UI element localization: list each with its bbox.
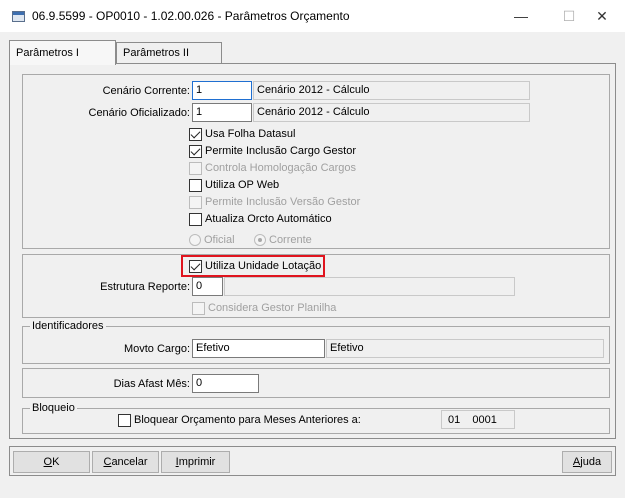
close-button[interactable]: ✕ bbox=[579, 0, 625, 32]
window-title: 06.9.5599 - OP0010 - 1.02.00.026 - Parâm… bbox=[32, 9, 350, 23]
radio-oficial: Oficial bbox=[189, 232, 235, 248]
minimize-button[interactable]: — bbox=[498, 0, 544, 32]
checkbox-label: Utiliza OP Web bbox=[205, 179, 280, 191]
tab-parametros-1[interactable]: Parâmetros I bbox=[9, 40, 116, 65]
checkbox-label: Considera Gestor Planilha bbox=[208, 302, 337, 314]
cenario-oficializado-description: Cenário 2012 - Cálculo bbox=[253, 103, 530, 122]
controla-homologacao-cargos-checkbox: Controla Homologação Cargos bbox=[189, 160, 356, 176]
radio-label: Oficial bbox=[204, 234, 235, 246]
ok-button[interactable]: OK bbox=[13, 451, 90, 473]
checkbox-label: Permite Inclusão Versão Gestor bbox=[205, 196, 361, 208]
cenario-corrente-description: Cenário 2012 - Cálculo bbox=[253, 81, 530, 100]
radio-circle bbox=[189, 234, 201, 246]
radio-corrente: Corrente bbox=[254, 232, 312, 248]
ajuda-button[interactable]: Ajuda bbox=[562, 451, 612, 473]
ok-mnemonic: O bbox=[43, 456, 53, 468]
checkbox-box[interactable] bbox=[189, 144, 202, 158]
checkbox-label: Permite Inclusão Cargo Gestor bbox=[205, 145, 357, 157]
utiliza-op-web-checkbox[interactable]: Utiliza OP Web bbox=[189, 177, 279, 193]
highlight-box bbox=[181, 255, 325, 277]
checkbox-label: Usa Folha Datasul bbox=[205, 128, 296, 140]
checkbox-label: Controla Homologação Cargos bbox=[205, 162, 357, 174]
imprimir-label: mprimir bbox=[178, 456, 216, 468]
bloqueio-month: 01 bbox=[448, 414, 461, 426]
movto-cargo-input[interactable]: Efetivo bbox=[192, 339, 325, 358]
cancelar-label: ancelar bbox=[111, 456, 148, 468]
app-window-icon bbox=[12, 11, 25, 22]
permite-inclusao-cargo-gestor-checkbox[interactable]: Permite Inclusão Cargo Gestor bbox=[189, 143, 356, 159]
usa-folha-datasul-checkbox[interactable]: Usa Folha Datasul bbox=[189, 126, 296, 142]
group-bloqueio-title: Bloqueio bbox=[30, 402, 77, 414]
checkbox-label: Bloquear Orçamento para Meses Anteriores… bbox=[134, 414, 361, 426]
atualiza-orcto-automatico-checkbox[interactable]: Atualiza Orcto Automático bbox=[189, 211, 332, 227]
dias-afast-label: Dias Afast Mês: bbox=[113, 378, 190, 390]
checkbox-box bbox=[189, 195, 202, 209]
imprimir-button[interactable]: Imprimir bbox=[161, 451, 230, 473]
ajuda-label: juda bbox=[580, 456, 602, 468]
movto-cargo-description: Efetivo bbox=[326, 339, 604, 358]
considera-gestor-planilha-checkbox: Considera Gestor Planilha bbox=[192, 300, 336, 316]
cenario-oficializado-label: Cenário Oficializado: bbox=[88, 107, 191, 119]
checkbox-box[interactable] bbox=[189, 212, 202, 226]
radio-label: Corrente bbox=[269, 234, 312, 246]
checkbox-box bbox=[192, 301, 205, 315]
checkbox-label: Atualiza Orcto Automático bbox=[205, 213, 332, 225]
permite-inclusao-versao-gestor-checkbox: Permite Inclusão Versão Gestor bbox=[189, 194, 360, 210]
bloquear-orcamento-checkbox[interactable]: Bloquear Orçamento para Meses Anteriores… bbox=[118, 412, 361, 428]
bloqueio-year: 0001 bbox=[472, 414, 497, 426]
checkbox-box[interactable] bbox=[118, 413, 131, 427]
checkbox-box[interactable] bbox=[189, 127, 202, 141]
estrutura-reporte-input[interactable]: 0 bbox=[192, 277, 223, 296]
movto-cargo-label: Movto Cargo: bbox=[123, 343, 190, 355]
cancelar-button[interactable]: Cancelar bbox=[92, 451, 159, 473]
cenario-corrente-input[interactable]: 1 bbox=[192, 81, 252, 100]
tab-parametros-2[interactable]: Parâmetros II bbox=[116, 42, 222, 64]
radio-circle bbox=[254, 234, 266, 246]
title-bar: 06.9.5599 - OP0010 - 1.02.00.026 - Parâm… bbox=[0, 0, 625, 32]
checkbox-box bbox=[189, 161, 202, 175]
estrutura-reporte-label: Estrutura Reporte: bbox=[100, 281, 190, 293]
tab-label: Parâmetros I bbox=[16, 47, 79, 59]
bloqueio-period-field: 01 0001 bbox=[441, 410, 515, 429]
ok-label: K bbox=[52, 456, 60, 468]
tab-label: Parâmetros II bbox=[123, 47, 190, 59]
estrutura-reporte-description bbox=[224, 277, 515, 296]
checkbox-box[interactable] bbox=[189, 178, 202, 192]
group-identificadores-title: Identificadores bbox=[30, 320, 106, 332]
cenario-corrente-label: Cenário Corrente: bbox=[102, 85, 190, 97]
cenario-oficializado-input[interactable]: 1 bbox=[192, 103, 252, 122]
dias-afast-input[interactable]: 0 bbox=[192, 374, 259, 393]
